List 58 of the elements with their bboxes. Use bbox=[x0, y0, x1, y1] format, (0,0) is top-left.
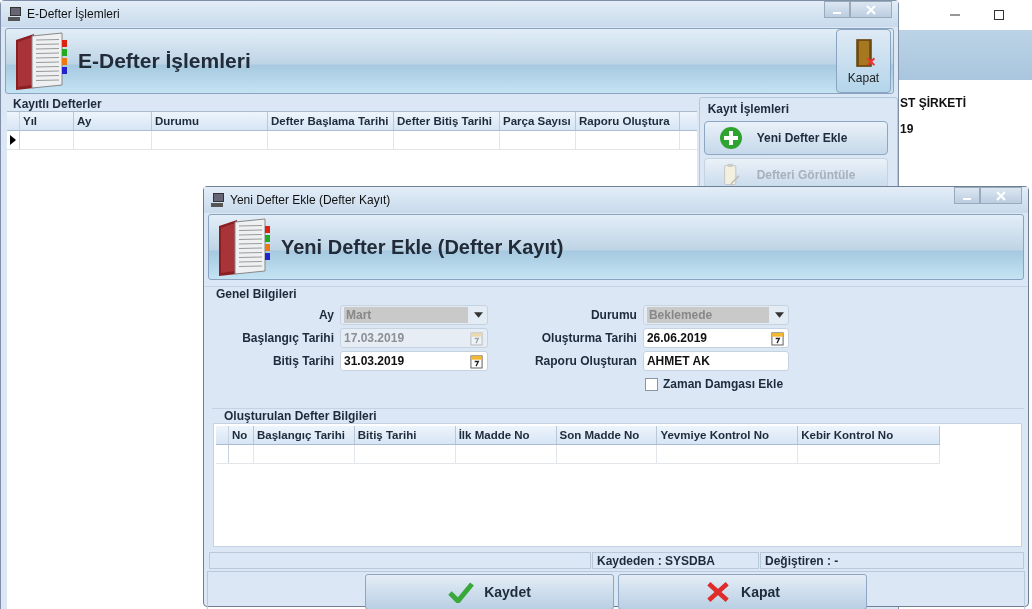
column-header[interactable]: No bbox=[229, 426, 254, 444]
field-label: Oluşturma Tarihi bbox=[540, 331, 637, 345]
action-button[interactable]: Yeni Defter Ekle bbox=[703, 121, 888, 155]
field-label: Bitiş Tarihi bbox=[271, 354, 334, 368]
minimize-icon bbox=[963, 198, 971, 200]
status-text: Değiştiren : - bbox=[760, 552, 1024, 569]
plus-icon bbox=[718, 126, 743, 150]
column-header[interactable]: Defter Başlama Tarihi bbox=[268, 112, 394, 130]
date-field[interactable]: 31.03.2019 bbox=[340, 351, 488, 371]
close-icon bbox=[866, 4, 876, 15]
window-title: Yeni Defter Ekle (Defter Kayıt) bbox=[230, 193, 391, 207]
company-text: 19 bbox=[899, 122, 915, 132]
save-button[interactable]: Kaydet bbox=[365, 574, 614, 609]
maximize-icon[interactable] bbox=[994, 10, 1004, 20]
field-label: Raporu Oluşturan bbox=[533, 354, 637, 368]
column-header[interactable]: Defter Bitiş Tarihi bbox=[394, 112, 500, 130]
column-header[interactable]: Parça Sayısı bbox=[500, 112, 576, 130]
column-header[interactable]: Son Madde No bbox=[556, 426, 658, 444]
close-button[interactable] bbox=[980, 187, 1022, 204]
field-label: Ay bbox=[318, 308, 334, 322]
column-header[interactable]: Bitiş Tarihi bbox=[354, 426, 456, 444]
computer-icon bbox=[7, 6, 23, 22]
close-button[interactable] bbox=[850, 1, 892, 18]
close-icon bbox=[996, 190, 1006, 201]
computer-icon bbox=[210, 192, 226, 208]
field-label: Durumu bbox=[589, 308, 637, 322]
caret-icon bbox=[775, 312, 784, 318]
minimize-button[interactable] bbox=[954, 187, 980, 204]
current-row-icon bbox=[10, 135, 16, 145]
column-header[interactable]: Durumu bbox=[152, 112, 268, 130]
caret-icon bbox=[474, 312, 483, 318]
minimize-icon bbox=[833, 12, 841, 14]
column-header[interactable]: İlk Madde No bbox=[455, 426, 557, 444]
column-header[interactable]: Başlangıç Tarihi bbox=[253, 426, 355, 444]
group-title: Kayıt İşlemleri bbox=[706, 102, 790, 118]
calendar-icon[interactable] bbox=[771, 330, 784, 346]
calendar-icon[interactable] bbox=[470, 353, 483, 369]
date-field[interactable]: 26.06.2019 bbox=[642, 328, 789, 348]
close-button[interactable]: Kapat bbox=[836, 29, 891, 93]
column-header[interactable]: Ay bbox=[74, 112, 152, 130]
minimize-button[interactable] bbox=[824, 1, 850, 18]
checkmark-icon bbox=[448, 581, 475, 603]
text-field[interactable]: AHMET AK bbox=[642, 351, 789, 371]
close-button[interactable]: Kapat bbox=[618, 574, 867, 609]
column-header[interactable]: Kebir Kontrol No bbox=[798, 426, 940, 444]
header-title: Yeni Defter Ekle (Defter Kayıt) bbox=[281, 235, 564, 259]
header-title: E-Defter İşlemleri bbox=[78, 49, 251, 73]
group-title: Kayıtlı Defterler bbox=[12, 97, 103, 111]
status-text: Kaydeden : SYSDBA bbox=[592, 552, 759, 569]
group-title: Genel Bilgileri bbox=[204, 286, 1028, 301]
cross-icon bbox=[705, 581, 732, 603]
column-header[interactable]: Yıl bbox=[20, 112, 74, 130]
field-label: Başlangıç Tarihi bbox=[241, 331, 334, 345]
window-title: E-Defter İşlemleri bbox=[27, 7, 120, 21]
column-header[interactable]: Yevmiye Kontrol No bbox=[657, 426, 799, 444]
checkbox[interactable] bbox=[645, 377, 658, 391]
timestamp-checkbox[interactable]: Zaman Damgası Ekle bbox=[645, 377, 784, 391]
column-header[interactable]: Raporu Oluştura bbox=[576, 112, 680, 130]
